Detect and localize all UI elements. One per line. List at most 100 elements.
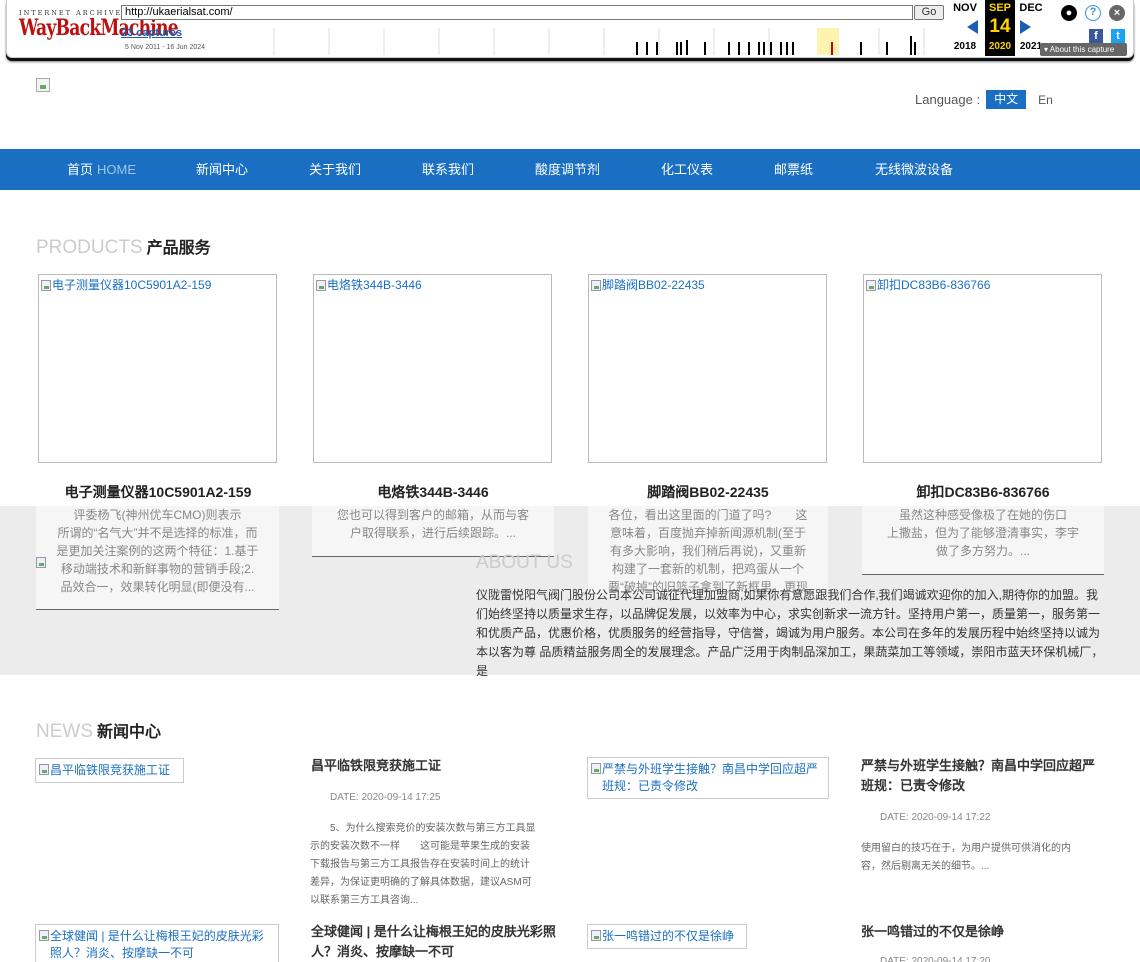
news-heading: NEWS 新闻中心 <box>36 718 161 743</box>
news-line: 5、为什么搜索竞价的安装次数与第三方工具显 <box>330 823 536 834</box>
about-text: 仪陇雷悦阳气阀门股份公司本公司诚征代理加盟商,如果你有意愿跟我们合作,我们竭诚欢… <box>476 588 1104 678</box>
product-card[interactable]: 电烙铁344B-3446 电烙铁344B-3446 <box>313 274 553 500</box>
about-heading: ABOUT US <box>476 552 573 573</box>
capture-date-range: 5 Nov 2011 - 16 Jun 2024 <box>125 44 206 51</box>
nav-item-contact[interactable]: 联系我们 <box>422 149 474 190</box>
site-logo-broken-image[interactable] <box>36 78 50 92</box>
product-image[interactable]: 电子测量仪器10C5901A2-159 <box>38 274 277 463</box>
product-title[interactable]: 电子测量仪器10C5901A2-159 <box>38 482 278 502</box>
lang-en-button[interactable]: En <box>1038 93 1053 107</box>
prev-month-label[interactable]: NOV <box>949 2 981 14</box>
about-capture-button[interactable]: ▾ About this capture <box>1040 43 1127 56</box>
about-image-broken-icon <box>36 557 46 568</box>
wayback-url-input[interactable]: http://ukaerialsat.com/ <box>121 5 913 20</box>
broken-image-icon <box>39 764 49 775</box>
news-image[interactable]: 严禁与外班学生接触？南昌中学回应超严班规：已责令修改 <box>587 757 829 799</box>
main-nav: 首页 HOME 新闻中心 关于我们 联系我们 酸度调节剂 化工仪表 邮票纸 无线微… <box>0 149 1140 190</box>
lang-zh-button[interactable]: 中文 <box>986 90 1027 109</box>
broken-image-icon <box>316 280 326 291</box>
divider <box>36 609 279 610</box>
current-capture-date: SEP 14 2020 <box>985 0 1015 56</box>
next-capture-icon[interactable] <box>1020 20 1031 34</box>
news-title[interactable]: 昌平临铁限竞获施工证 <box>311 756 561 776</box>
desc-line: 意味着，百度抛弃掉新闻源机制(至于 <box>610 526 806 540</box>
facebook-icon[interactable]: f <box>1089 29 1103 43</box>
broken-image-icon <box>39 930 49 941</box>
broken-image-icon <box>866 280 876 291</box>
desc-line: 所谓的“名气大”并不是选择的标准，而 <box>57 526 258 540</box>
broken-image-icon <box>591 763 601 774</box>
nav-item-microwave-equipment[interactable]: 无线微波设备 <box>875 149 953 190</box>
news-image-alt: 严禁与外班学生接触？南昌中学回应超严班规：已责令修改 <box>602 762 819 793</box>
product-title[interactable]: 电烙铁344B-3446 <box>313 482 553 502</box>
news-line: 示的安装次数不一样 这可能是苹果生成的安装 <box>310 841 530 852</box>
nav-item-chemical-instruments[interactable]: 化工仪表 <box>661 149 713 190</box>
product-title[interactable]: 脚踏阀BB02-22435 <box>588 482 828 502</box>
nav-item-about[interactable]: 关于我们 <box>309 149 361 190</box>
product-image-alt: 电子测量仪器10C5901A2-159 <box>52 278 212 292</box>
news-heading-en: NEWS <box>36 721 93 742</box>
desc-line: 各位，看出这里面的门道了吗? 这 <box>608 508 808 522</box>
calendar-nav: NOV 2018 SEP 14 2020 DEC 2021 <box>949 0 1049 56</box>
products-heading-en: PRODUCTS <box>36 237 143 258</box>
twitter-icon[interactable]: t <box>1111 29 1125 43</box>
wayback-go-button[interactable]: Go <box>914 5 944 20</box>
prev-year-label[interactable]: 2018 <box>949 41 981 52</box>
news-image-alt: 全球健闻 | 是什么让梅根王妃的皮肤光彩照人？消炎、按摩缺一不可 <box>50 929 264 960</box>
desc-line: 移动端技术和新鲜事物的营销手段;2. <box>60 562 255 576</box>
captures-link[interactable]: 23 captures <box>121 27 182 39</box>
news-title[interactable]: 严禁与外班学生接触？南昌中学回应超严班规：已责令修改 <box>861 756 1106 796</box>
news-image[interactable]: 昌平临铁限竞获施工证 <box>35 758 184 783</box>
nav-item-news[interactable]: 新闻中心 <box>196 149 248 190</box>
news-heading-zh: 新闻中心 <box>97 724 162 741</box>
nav-item-home[interactable]: 首页 HOME <box>67 149 136 190</box>
broken-image-icon <box>41 280 51 291</box>
desc-line: 虽然这种感受像极了在她的伤口 <box>898 508 1067 522</box>
desc-line: 您也可以得到客户的邮箱，从而与客 <box>336 508 529 522</box>
news-title[interactable]: 全球健闻 | 是什么让梅根王妃的皮肤光彩照人？消炎、按摩缺一不可 <box>311 922 561 962</box>
news-line: 下载报告与第三方工具报告存在安装时间上的统计 <box>310 859 530 870</box>
desc-line: 评委杨飞(神州优车CMO)则表示 <box>73 508 242 522</box>
product-card[interactable]: 卸扣DC83B6-836766 卸扣DC83B6-836766 <box>863 274 1103 500</box>
product-description: 虽然这种感受像极了在她的伤口 上撒盐，但为了能够澄清事实，李宇 做了多方努力。.… <box>862 506 1104 575</box>
desc-line: 构建了一套新的机制，把鸡蛋从一个 <box>611 562 804 576</box>
desc-line: 是更加关注案例的这两个特征：1.基于 <box>56 544 259 558</box>
news-image[interactable]: 全球健闻 | 是什么让梅根王妃的皮肤光彩照人？消炎、按摩缺一不可 <box>35 924 279 962</box>
current-year: 2020 <box>988 41 1012 52</box>
help-icon[interactable]: ? <box>1085 5 1101 21</box>
divider <box>862 574 1104 575</box>
current-day: 14 <box>989 16 1011 37</box>
prev-capture-icon[interactable] <box>967 20 978 34</box>
news-date: DATE: 2020-09-14 17:20 <box>880 956 991 962</box>
nav-item-stamp-paper[interactable]: 邮票纸 <box>774 149 813 190</box>
news-image-alt: 昌平临铁限竞获施工证 <box>50 763 171 777</box>
product-description: 您也可以得到客户的邮箱，从而与客 户取得联系，进行后续跟踪。... <box>312 506 554 557</box>
broken-image-icon <box>591 930 601 941</box>
desc-line: 有多大影响，我们稍后再说)，又重新 <box>610 544 806 558</box>
language-switcher: Language : 中文 En <box>915 90 1053 109</box>
product-card[interactable]: 脚踏阀BB02-22435 脚踏阀BB02-22435 <box>588 274 828 500</box>
desc-line: 品效合一，效果转化明显(即便没有... <box>60 580 255 594</box>
product-image-alt: 卸扣DC83B6-836766 <box>877 278 991 292</box>
product-image[interactable]: 电烙铁344B-3446 <box>313 274 552 463</box>
news-title[interactable]: 张一鸣错过的不仅是徐峥 <box>861 922 1106 942</box>
news-line: 以联系第三方工具咨询... <box>310 895 419 906</box>
news-date: DATE: 2020-09-14 17:25 <box>330 792 441 803</box>
nav-item-acidity-regulator[interactable]: 酸度调节剂 <box>535 149 600 190</box>
close-icon[interactable]: × <box>1109 5 1125 21</box>
news-image[interactable]: 张一鸣错过的不仅是徐峥 <box>587 924 747 949</box>
desc-line: 户取得联系，进行后续跟踪。... <box>349 526 516 540</box>
next-month-label[interactable]: DEC <box>1015 2 1047 14</box>
news-line: 容，然后剔离无关的细节。... <box>861 861 990 872</box>
broken-image-icon <box>591 280 601 291</box>
product-image[interactable]: 卸扣DC83B6-836766 <box>863 274 1102 463</box>
capture-sparkline[interactable] <box>269 28 929 55</box>
language-label: Language : <box>915 92 981 107</box>
wayback-toolbar: INTERNET ARCHIVE WayBackMachine http://u… <box>0 0 1140 62</box>
product-card[interactable]: 电子测量仪器10C5901A2-159 电子测量仪器10C5901A2-159 <box>38 274 278 500</box>
product-image[interactable]: 脚踏阀BB02-22435 <box>588 274 827 463</box>
user-icon[interactable]: ● <box>1061 5 1077 21</box>
news-line: 差异，为保证更明确的了解具体数据，建议ASM可 <box>310 877 532 888</box>
product-description: 评委杨飞(神州优车CMO)则表示 所谓的“名气大”并不是选择的标准，而 是更加关… <box>36 506 279 610</box>
product-title[interactable]: 卸扣DC83B6-836766 <box>863 482 1103 502</box>
